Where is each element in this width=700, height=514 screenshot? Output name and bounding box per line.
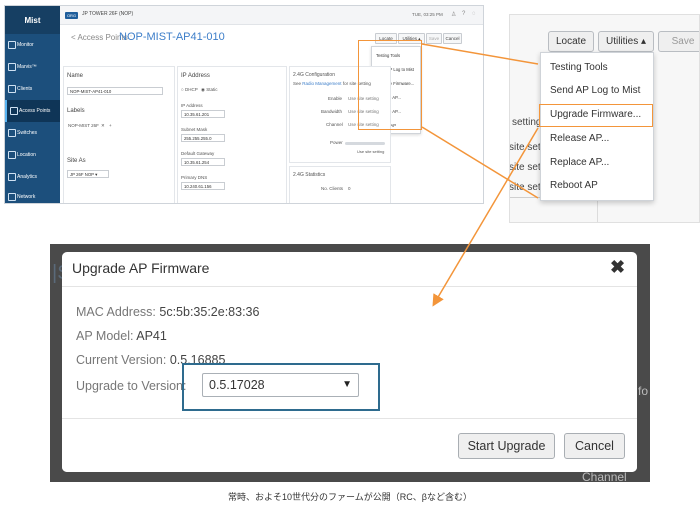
arrow-line [421, 126, 539, 199]
callout-arrows [421, 43, 539, 307]
arrow-to-dialog [432, 127, 539, 307]
arrow-line [421, 43, 539, 65]
caption: 常時、およそ10世代分のファームが公開（RC、βなど含む） [228, 492, 472, 502]
